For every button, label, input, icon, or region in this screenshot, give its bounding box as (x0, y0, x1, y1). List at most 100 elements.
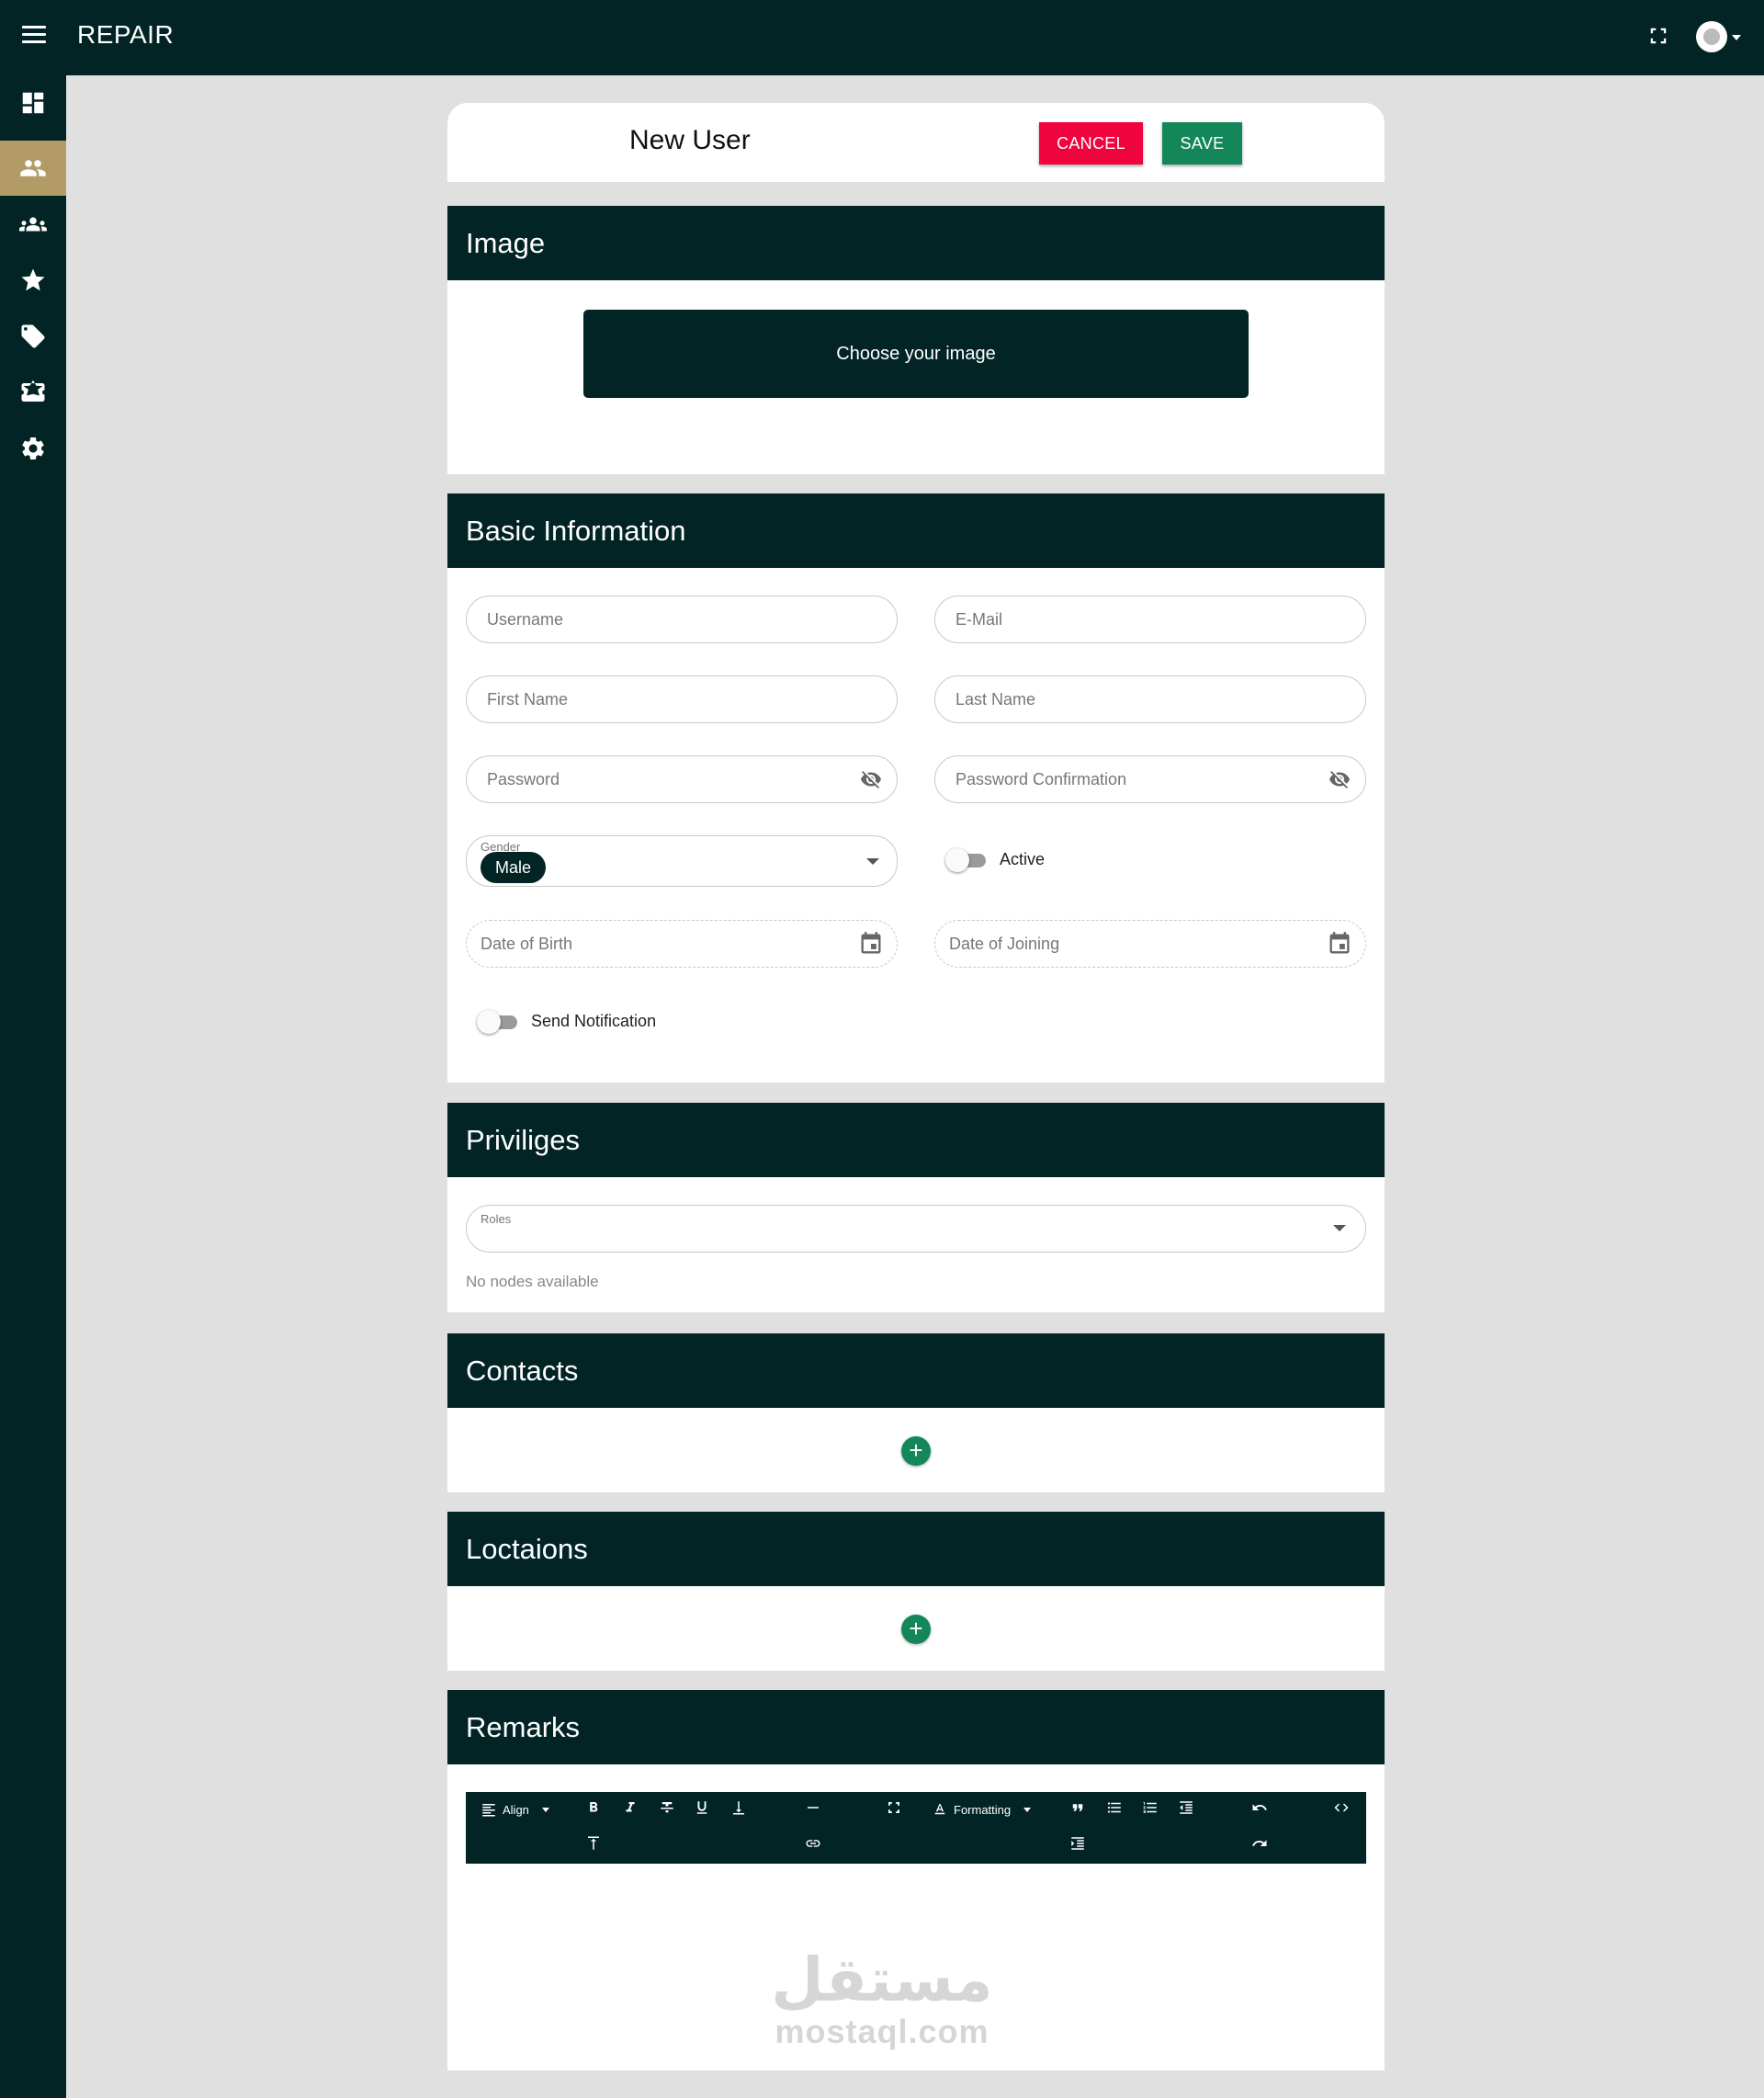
password-confirmation-placeholder: Password Confirmation (956, 769, 1127, 788)
outdent-icon (1180, 1801, 1193, 1814)
chevron-down-icon[interactable] (1333, 1225, 1346, 1231)
editor-toolbar: Align Formatting (466, 1792, 1366, 1864)
section-title-image: Image (447, 206, 1385, 280)
roles-label: Roles (481, 1212, 512, 1226)
first-name-field[interactable]: First Name (466, 675, 898, 723)
numbered-list-icon (1143, 1802, 1157, 1813)
strikethrough-button[interactable] (659, 1799, 675, 1816)
numbered-list-button[interactable] (1142, 1799, 1159, 1816)
horizontal-rule-icon (808, 1807, 819, 1809)
app-brand: REPAIR (77, 20, 175, 49)
sidebar-item-tickets[interactable] (0, 365, 66, 420)
superscript-button[interactable] (585, 1835, 602, 1852)
date-of-joining-placeholder: Date of Joining (949, 934, 1060, 953)
sidebar-item-favorites[interactable] (0, 253, 66, 308)
last-name-field[interactable]: Last Name (934, 675, 1366, 723)
ticket-icon (21, 380, 45, 402)
avatar-image-icon (1703, 28, 1720, 45)
password-confirmation-field[interactable]: Password Confirmation (934, 755, 1366, 803)
indent-icon (1071, 1837, 1084, 1850)
horizontal-rule-button[interactable] (805, 1799, 821, 1816)
last-name-placeholder: Last Name (956, 689, 1036, 709)
active-label: Active (1000, 850, 1046, 868)
send-notification-label: Send Notification (531, 1012, 657, 1030)
add-location-button[interactable]: + (901, 1615, 931, 1644)
sidebar-item-users[interactable] (0, 141, 66, 196)
dashboard-icon (22, 92, 44, 114)
underline-button[interactable] (694, 1799, 710, 1816)
indent-button[interactable] (1069, 1835, 1086, 1852)
sidebar (0, 75, 66, 2098)
watermark-logo: مستقل (771, 1945, 993, 2015)
email-placeholder: E-Mail (956, 609, 1003, 629)
calendar-icon[interactable] (1327, 931, 1352, 957)
align-dropdown[interactable]: Align (481, 1799, 549, 1820)
align-left-icon (482, 1804, 495, 1817)
date-of-birth-field[interactable]: Date of Birth (466, 920, 898, 968)
bullet-list-icon (1107, 1802, 1121, 1813)
email-field[interactable]: E-Mail (934, 595, 1366, 643)
sidebar-item-tags[interactable] (0, 309, 66, 364)
watermark-url: mostaql.com (775, 2013, 989, 2050)
username-field[interactable]: Username (466, 595, 898, 643)
gender-select[interactable]: Gender Male (466, 835, 898, 887)
date-of-joining-field[interactable]: Date of Joining (934, 920, 1366, 968)
send-notification-toggle[interactable] (477, 1010, 517, 1034)
cancel-button[interactable]: CANCEL (1039, 122, 1143, 164)
basic-information-section: Basic Information Username E-Mail First … (447, 493, 1385, 1083)
save-button[interactable]: SAVE (1162, 122, 1242, 164)
star-icon (21, 268, 45, 291)
underline-icon (696, 1801, 707, 1814)
quote-icon (1072, 1804, 1083, 1811)
section-title-contacts: Contacts (447, 1333, 1385, 1408)
code-view-button[interactable] (1333, 1799, 1350, 1816)
username-placeholder: Username (487, 609, 564, 629)
section-title-basic-information: Basic Information (447, 493, 1385, 568)
chevron-down-icon[interactable] (866, 858, 879, 865)
chevron-down-icon[interactable] (1732, 35, 1741, 40)
avatar[interactable] (1696, 21, 1727, 52)
editor-fullscreen-button[interactable] (886, 1799, 902, 1816)
formatting-dropdown[interactable]: Formatting (932, 1799, 1032, 1820)
code-icon (1334, 1803, 1349, 1812)
add-contact-button[interactable]: + (901, 1436, 931, 1466)
eye-off-icon[interactable] (1327, 768, 1352, 790)
gender-chip[interactable]: Male (481, 852, 547, 883)
groups-icon (19, 217, 47, 232)
eye-off-icon[interactable] (858, 768, 884, 790)
italic-icon (626, 1802, 635, 1812)
roles-select[interactable]: Roles (466, 1205, 1366, 1253)
outdent-button[interactable] (1178, 1799, 1194, 1816)
tag-icon (21, 324, 45, 348)
calendar-icon[interactable] (858, 931, 884, 957)
sidebar-item-groups[interactable] (0, 197, 66, 252)
password-placeholder: Password (487, 769, 560, 788)
strikethrough-icon (661, 1802, 673, 1813)
section-title-remarks: Remarks (447, 1690, 1385, 1764)
superscript-icon (588, 1836, 599, 1850)
users-icon (20, 160, 46, 176)
choose-image-button[interactable]: Choose your image (583, 310, 1249, 398)
watermark: مستقل mostaql.com (767, 1948, 997, 2051)
bold-button[interactable] (585, 1799, 602, 1816)
locations-section: Loctaions + (447, 1512, 1385, 1671)
align-label: Align (503, 1802, 529, 1817)
menu-icon[interactable] (22, 26, 46, 46)
italic-button[interactable] (622, 1799, 639, 1816)
sidebar-item-settings[interactable] (0, 421, 66, 476)
top-app-bar: REPAIR (0, 0, 1764, 75)
undo-button[interactable] (1251, 1799, 1268, 1816)
sidebar-item-dashboard[interactable] (0, 75, 66, 130)
formatting-label: Formatting (954, 1802, 1012, 1817)
redo-icon (1252, 1840, 1267, 1846)
link-button[interactable] (805, 1835, 821, 1852)
blockquote-button[interactable] (1069, 1799, 1086, 1816)
password-field[interactable]: Password (466, 755, 898, 803)
image-section: Image Choose your image (447, 206, 1385, 474)
fullscreen-icon[interactable] (1648, 26, 1668, 46)
undo-icon (1252, 1804, 1267, 1810)
active-toggle[interactable] (945, 848, 986, 872)
subscript-button[interactable] (730, 1799, 747, 1816)
bullet-list-button[interactable] (1106, 1799, 1123, 1816)
redo-button[interactable] (1251, 1835, 1268, 1852)
